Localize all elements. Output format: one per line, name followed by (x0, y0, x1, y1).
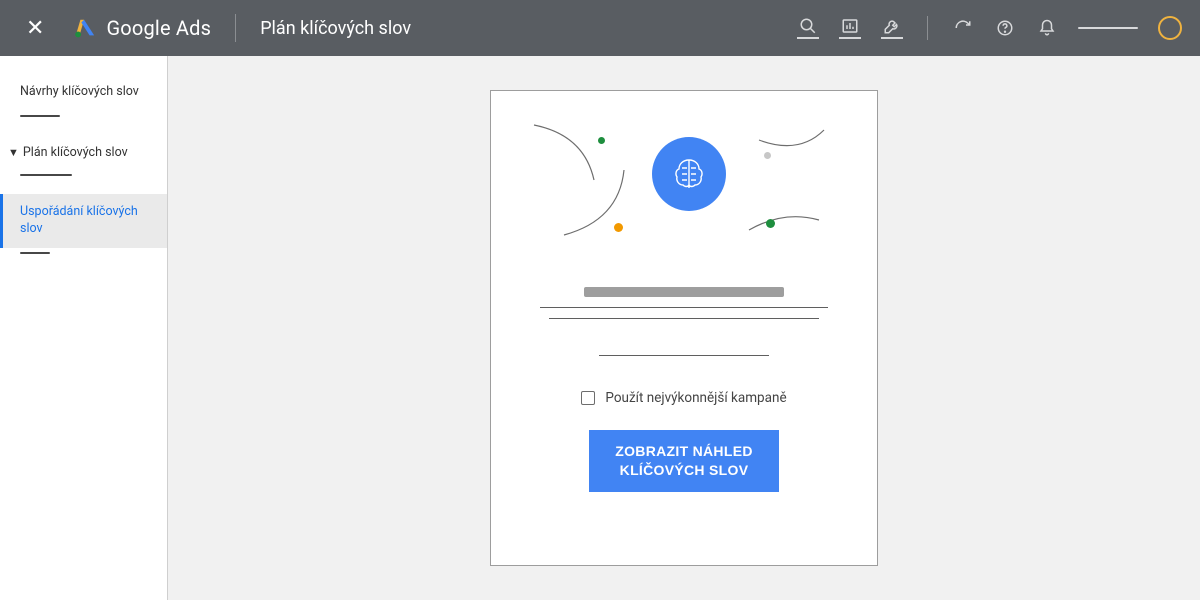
sidebar-stub (20, 115, 60, 117)
text-placeholder-line (540, 307, 828, 308)
main-content: Použít nejvýkonnější kampaně ZOBRAZIT NÁ… (168, 56, 1200, 600)
sidebar: Návrhy klíčových slov ▼ Plán klíčových s… (0, 56, 168, 600)
text-placeholder-line (599, 355, 769, 356)
tools-icon[interactable] (881, 17, 903, 39)
preview-keywords-button[interactable]: ZOBRAZIT NÁHLEDKLÍČOVÝCH SLOV (589, 430, 779, 492)
header-divider-2 (927, 16, 928, 40)
checkbox-box-icon (581, 391, 595, 405)
google-ads-logo-icon (74, 17, 96, 39)
caret-down-icon: ▼ (8, 146, 19, 159)
brain-icon (652, 137, 726, 211)
account-placeholder[interactable] (1078, 27, 1138, 29)
refresh-icon[interactable] (952, 17, 974, 39)
sidebar-item-keyword-organization[interactable]: Uspořádání klíčových slov (0, 194, 167, 248)
search-icon[interactable] (797, 17, 819, 39)
organize-keywords-card: Použít nejvýkonnější kampaně ZOBRAZIT NÁ… (490, 90, 878, 566)
use-top-campaigns-checkbox[interactable]: Použít nejvýkonnější kampaně (581, 390, 786, 406)
reports-icon[interactable] (839, 17, 861, 39)
brand-logo[interactable]: Google Ads (74, 16, 211, 40)
dot-orange (614, 223, 623, 232)
app-body: Návrhy klíčových slov ▼ Plán klíčových s… (0, 56, 1200, 600)
header-actions (797, 16, 1182, 40)
cta-label: ZOBRAZIT NÁHLEDKLÍČOVÝCH SLOV (615, 443, 753, 478)
sidebar-stub (20, 252, 50, 254)
card-illustration (524, 115, 844, 265)
sidebar-item-keyword-ideas[interactable]: Návrhy klíčových slov (0, 74, 167, 111)
sidebar-item-keyword-plan[interactable]: ▼ Plán klíčových slov (0, 135, 167, 170)
header-divider (235, 14, 236, 42)
sidebar-stub (20, 174, 72, 176)
app-header: ✕ Google Ads Plán klíčových slov (0, 0, 1200, 56)
text-placeholder-line (549, 318, 819, 319)
page-title: Plán klíčových slov (260, 18, 411, 39)
help-icon[interactable] (994, 17, 1016, 39)
dot-grey (764, 152, 771, 159)
close-icon[interactable]: ✕ (18, 12, 52, 45)
text-placeholder-title (584, 287, 784, 297)
sidebar-item-label: Plán klíčových slov (23, 145, 128, 160)
profile-avatar[interactable] (1158, 16, 1182, 40)
notifications-icon[interactable] (1036, 17, 1058, 39)
dot-green (598, 137, 605, 144)
brand-name: Google Ads (106, 16, 211, 40)
dot-green-2 (766, 219, 775, 228)
checkbox-label: Použít nejvýkonnější kampaně (605, 390, 786, 406)
